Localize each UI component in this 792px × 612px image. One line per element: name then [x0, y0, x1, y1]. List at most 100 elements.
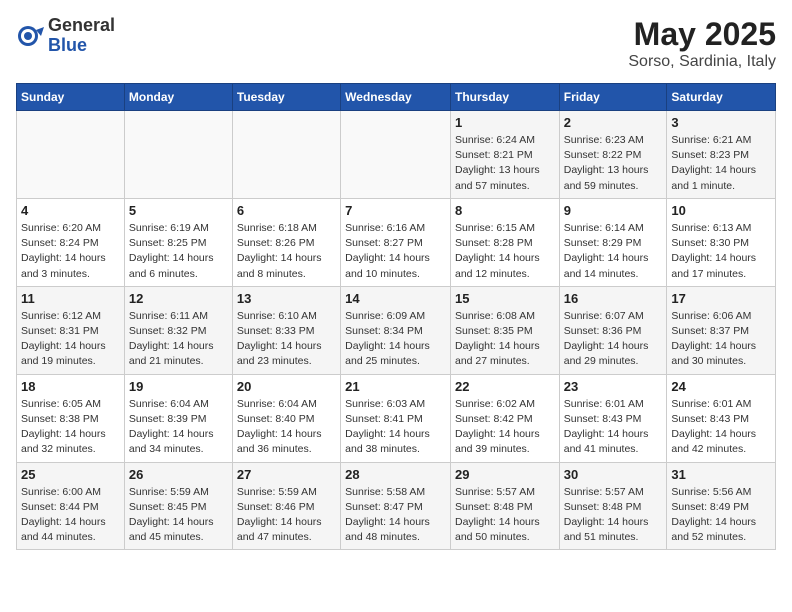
day-cell: 26 Sunrise: 5:59 AM Sunset: 8:45 PM Dayli… — [124, 462, 232, 550]
day-info: Sunrise: 6:16 AM Sunset: 8:27 PM Dayligh… — [345, 221, 446, 282]
day-cell: 2 Sunrise: 6:23 AM Sunset: 8:22 PM Daylig… — [559, 111, 667, 199]
day-number: 24 — [671, 379, 771, 394]
day-cell: 5 Sunrise: 6:19 AM Sunset: 8:25 PM Daylig… — [124, 198, 232, 286]
day-info: Sunrise: 6:12 AM Sunset: 8:31 PM Dayligh… — [21, 309, 120, 370]
day-cell — [124, 111, 232, 199]
day-info: Sunrise: 6:23 AM Sunset: 8:22 PM Dayligh… — [564, 133, 663, 194]
day-cell: 4 Sunrise: 6:20 AM Sunset: 8:24 PM Daylig… — [17, 198, 125, 286]
header-day-friday: Friday — [559, 84, 667, 111]
day-cell: 7Sunrise: 6:16 AM Sunset: 8:27 PM Daylig… — [341, 198, 451, 286]
day-info: Sunrise: 6:00 AM Sunset: 8:44 PM Dayligh… — [21, 485, 120, 546]
day-info: Sunrise: 6:09 AM Sunset: 8:34 PM Dayligh… — [345, 309, 446, 370]
day-cell: 11 Sunrise: 6:12 AM Sunset: 8:31 PM Dayli… — [17, 286, 125, 374]
day-info: Sunrise: 6:13 AM Sunset: 8:30 PM Dayligh… — [671, 221, 771, 282]
day-cell: 14Sunrise: 6:09 AM Sunset: 8:34 PM Dayli… — [341, 286, 451, 374]
day-cell: 28 Sunrise: 5:58 AM Sunset: 8:47 PM Dayli… — [341, 462, 451, 550]
day-info: Sunrise: 6:07 AM Sunset: 8:36 PM Dayligh… — [564, 309, 663, 370]
week-row-3: 18 Sunrise: 6:05 AM Sunset: 8:38 PM Dayli… — [17, 374, 776, 462]
day-number: 19 — [129, 379, 228, 394]
day-number: 4 — [21, 203, 120, 218]
day-info: Sunrise: 6:06 AM Sunset: 8:37 PM Dayligh… — [671, 309, 771, 370]
logo-text: General Blue — [48, 16, 115, 56]
header-row: SundayMondayTuesdayWednesdayThursdayFrid… — [17, 84, 776, 111]
day-number: 9 — [564, 203, 663, 218]
day-number: 26 — [129, 467, 228, 482]
day-cell: 29Sunrise: 5:57 AM Sunset: 8:48 PM Dayli… — [450, 462, 559, 550]
day-cell: 9 Sunrise: 6:14 AM Sunset: 8:29 PM Daylig… — [559, 198, 667, 286]
day-info: Sunrise: 6:15 AM Sunset: 8:28 PM Dayligh… — [455, 221, 555, 282]
header-day-sunday: Sunday — [17, 84, 125, 111]
day-cell: 21Sunrise: 6:03 AM Sunset: 8:41 PM Dayli… — [341, 374, 451, 462]
day-number: 22 — [455, 379, 555, 394]
day-number: 30 — [564, 467, 663, 482]
calendar-table: SundayMondayTuesdayWednesdayThursdayFrid… — [16, 83, 776, 550]
calendar-header: SundayMondayTuesdayWednesdayThursdayFrid… — [17, 84, 776, 111]
day-cell: 25 Sunrise: 6:00 AM Sunset: 8:44 PM Dayli… — [17, 462, 125, 550]
day-info: Sunrise: 6:08 AM Sunset: 8:35 PM Dayligh… — [455, 309, 555, 370]
day-info: Sunrise: 6:24 AM Sunset: 8:21 PM Dayligh… — [455, 133, 555, 194]
day-info: Sunrise: 6:20 AM Sunset: 8:24 PM Dayligh… — [21, 221, 120, 282]
day-info: Sunrise: 6:14 AM Sunset: 8:29 PM Dayligh… — [564, 221, 663, 282]
day-number: 20 — [237, 379, 336, 394]
day-number: 1 — [455, 115, 555, 130]
day-number: 12 — [129, 291, 228, 306]
page-header: General Blue May 2025 Sorso, Sardinia, I… — [16, 16, 776, 71]
day-number: 10 — [671, 203, 771, 218]
day-number: 3 — [671, 115, 771, 130]
day-cell: 6Sunrise: 6:18 AM Sunset: 8:26 PM Daylig… — [232, 198, 340, 286]
day-number: 21 — [345, 379, 446, 394]
day-number: 31 — [671, 467, 771, 482]
day-info: Sunrise: 6:19 AM Sunset: 8:25 PM Dayligh… — [129, 221, 228, 282]
calendar-body: 1 Sunrise: 6:24 AM Sunset: 8:21 PM Daylig… — [17, 111, 776, 550]
day-cell: 31 Sunrise: 5:56 AM Sunset: 8:49 PM Dayli… — [667, 462, 776, 550]
day-number: 5 — [129, 203, 228, 218]
day-number: 23 — [564, 379, 663, 394]
day-number: 15 — [455, 291, 555, 306]
calendar-subtitle: Sorso, Sardinia, Italy — [628, 53, 776, 71]
week-row-2: 11 Sunrise: 6:12 AM Sunset: 8:31 PM Dayli… — [17, 286, 776, 374]
day-cell: 23 Sunrise: 6:01 AM Sunset: 8:43 PM Dayli… — [559, 374, 667, 462]
day-cell: 3 Sunrise: 6:21 AM Sunset: 8:23 PM Daylig… — [667, 111, 776, 199]
day-cell: 8Sunrise: 6:15 AM Sunset: 8:28 PM Daylig… — [450, 198, 559, 286]
day-number: 6 — [237, 203, 336, 218]
day-info: Sunrise: 5:56 AM Sunset: 8:49 PM Dayligh… — [671, 485, 771, 546]
day-number: 18 — [21, 379, 120, 394]
title-block: May 2025 Sorso, Sardinia, Italy — [628, 16, 776, 71]
day-cell: 20Sunrise: 6:04 AM Sunset: 8:40 PM Dayli… — [232, 374, 340, 462]
day-number: 28 — [345, 467, 446, 482]
header-day-monday: Monday — [124, 84, 232, 111]
day-info: Sunrise: 6:10 AM Sunset: 8:33 PM Dayligh… — [237, 309, 336, 370]
day-info: Sunrise: 5:59 AM Sunset: 8:45 PM Dayligh… — [129, 485, 228, 546]
logo-icon — [16, 22, 44, 50]
day-info: Sunrise: 6:02 AM Sunset: 8:42 PM Dayligh… — [455, 397, 555, 458]
day-cell: 24 Sunrise: 6:01 AM Sunset: 8:43 PM Dayli… — [667, 374, 776, 462]
day-info: Sunrise: 5:58 AM Sunset: 8:47 PM Dayligh… — [345, 485, 446, 546]
week-row-0: 1 Sunrise: 6:24 AM Sunset: 8:21 PM Daylig… — [17, 111, 776, 199]
day-cell: 1 Sunrise: 6:24 AM Sunset: 8:21 PM Daylig… — [450, 111, 559, 199]
day-cell: 16Sunrise: 6:07 AM Sunset: 8:36 PM Dayli… — [559, 286, 667, 374]
week-row-1: 4 Sunrise: 6:20 AM Sunset: 8:24 PM Daylig… — [17, 198, 776, 286]
day-cell: 19Sunrise: 6:04 AM Sunset: 8:39 PM Dayli… — [124, 374, 232, 462]
day-cell: 18 Sunrise: 6:05 AM Sunset: 8:38 PM Dayli… — [17, 374, 125, 462]
day-info: Sunrise: 6:21 AM Sunset: 8:23 PM Dayligh… — [671, 133, 771, 194]
day-cell: 17 Sunrise: 6:06 AM Sunset: 8:37 PM Dayli… — [667, 286, 776, 374]
day-info: Sunrise: 5:59 AM Sunset: 8:46 PM Dayligh… — [237, 485, 336, 546]
day-cell: 22 Sunrise: 6:02 AM Sunset: 8:42 PM Dayli… — [450, 374, 559, 462]
day-cell: 27 Sunrise: 5:59 AM Sunset: 8:46 PM Dayli… — [232, 462, 340, 550]
day-cell: 12Sunrise: 6:11 AM Sunset: 8:32 PM Dayli… — [124, 286, 232, 374]
day-number: 17 — [671, 291, 771, 306]
day-number: 27 — [237, 467, 336, 482]
day-number: 11 — [21, 291, 120, 306]
header-day-wednesday: Wednesday — [341, 84, 451, 111]
day-number: 29 — [455, 467, 555, 482]
day-info: Sunrise: 6:01 AM Sunset: 8:43 PM Dayligh… — [564, 397, 663, 458]
logo-general: General — [48, 16, 115, 36]
calendar-title: May 2025 — [628, 16, 776, 53]
week-row-4: 25 Sunrise: 6:00 AM Sunset: 8:44 PM Dayli… — [17, 462, 776, 550]
day-number: 2 — [564, 115, 663, 130]
logo: General Blue — [16, 16, 115, 56]
day-info: Sunrise: 6:01 AM Sunset: 8:43 PM Dayligh… — [671, 397, 771, 458]
day-info: Sunrise: 6:05 AM Sunset: 8:38 PM Dayligh… — [21, 397, 120, 458]
day-number: 25 — [21, 467, 120, 482]
header-day-thursday: Thursday — [450, 84, 559, 111]
